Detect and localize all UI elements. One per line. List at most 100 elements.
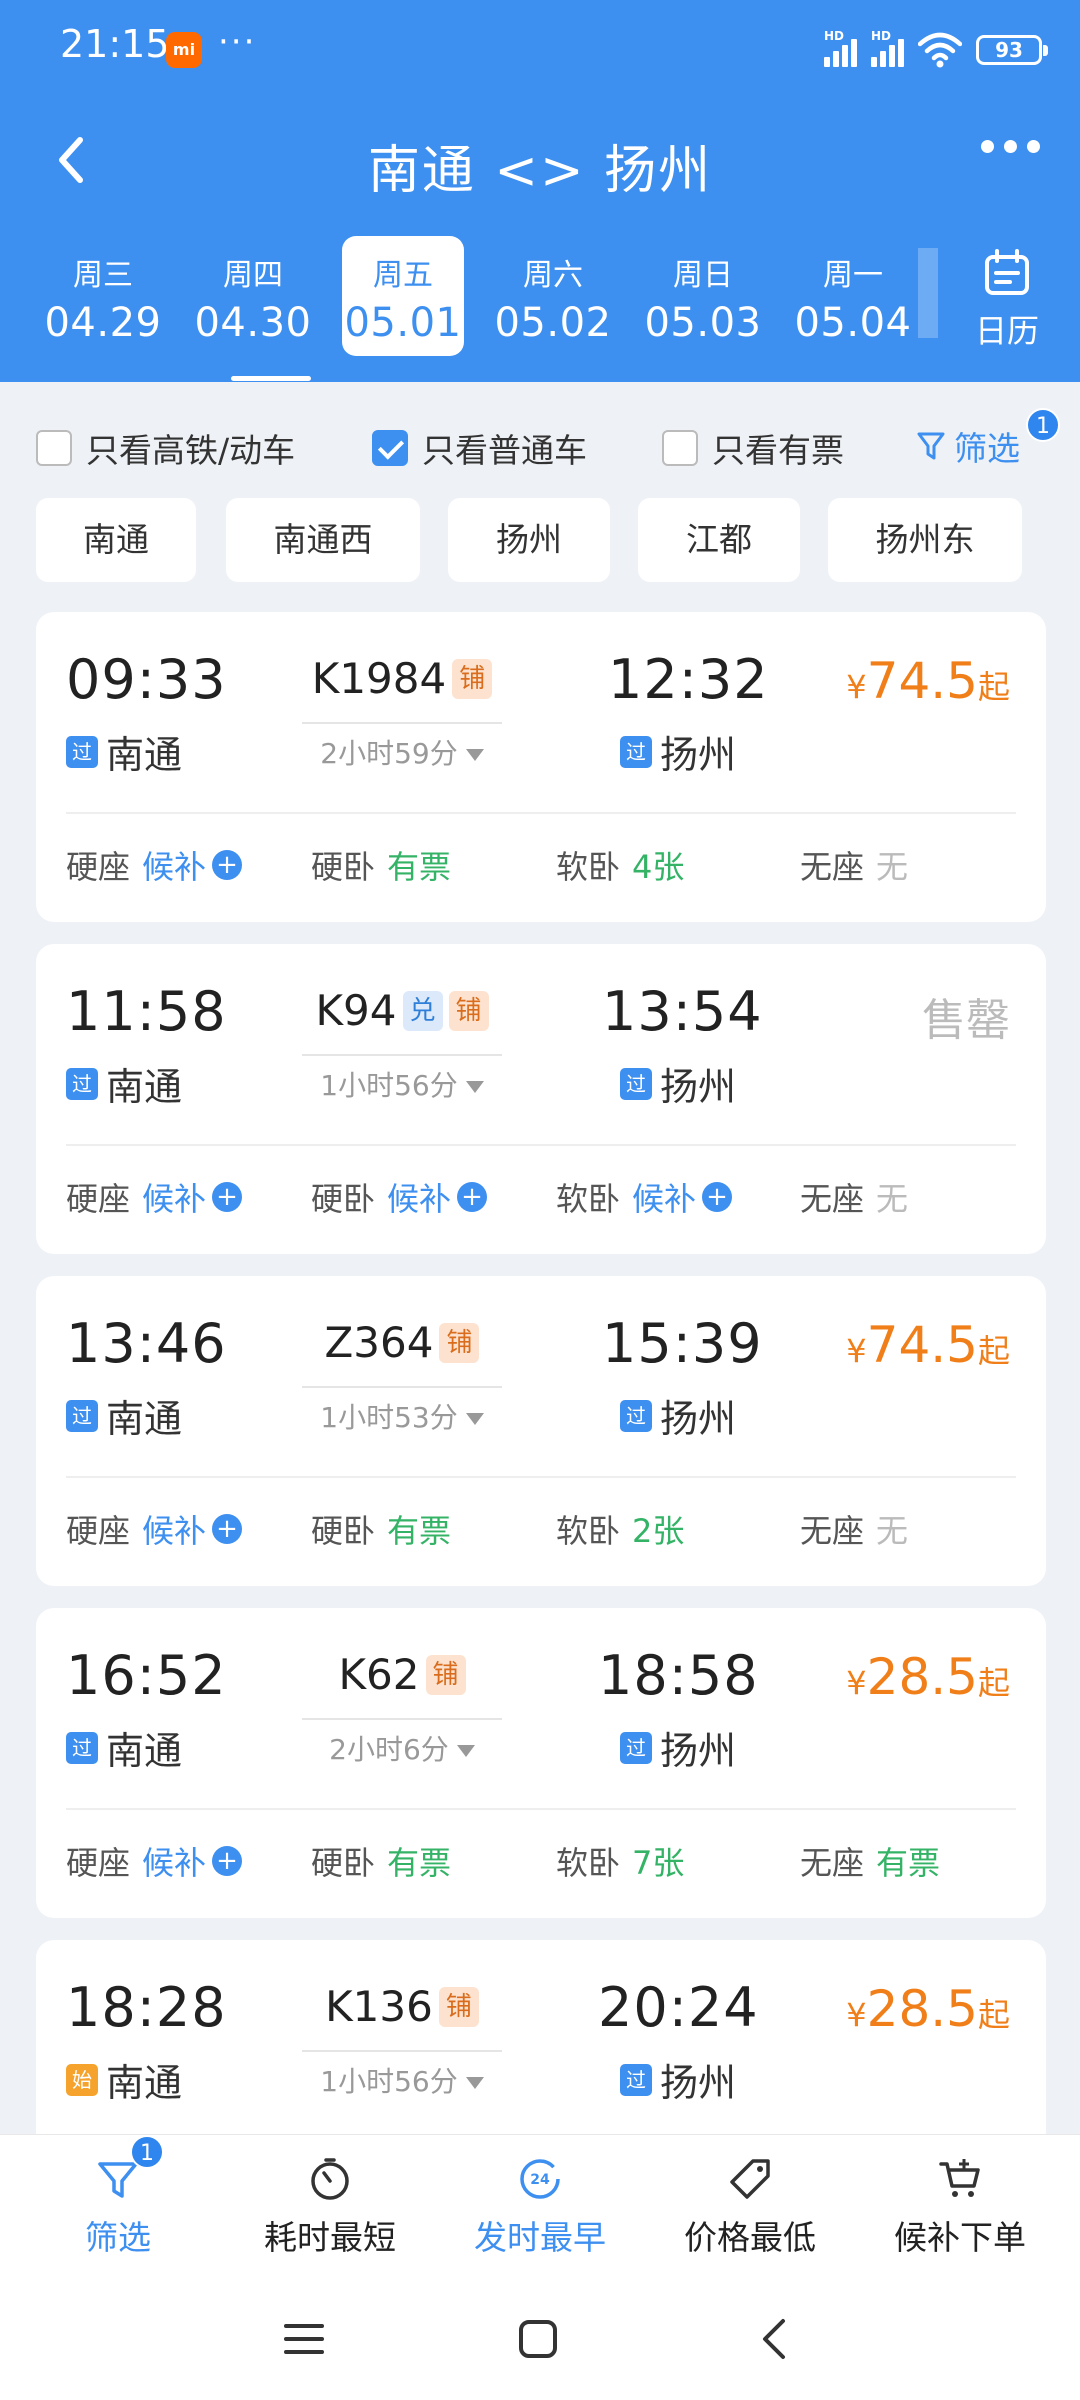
arrival-time: 18:58 [598,1644,759,1707]
date-item[interactable]: 周四 04.30 [192,236,314,356]
seat-soft-sleeper[interactable]: 软卧 候补 + [556,1174,733,1220]
arrival-time: 12:32 [608,648,769,711]
date-item[interactable]: 周六 05.02 [492,236,614,356]
seat-hard-sleeper[interactable]: 硬卧 有票 [311,1506,451,1552]
tab-filter[interactable]: 筛选 [18,2149,218,2259]
departure-time: 18:28 [66,1976,227,2039]
tab-waitlist-order[interactable]: 候补下单 [860,2149,1060,2259]
berth-badge: 铺 [448,990,489,1031]
seat-standing[interactable]: 无座无 [800,842,908,888]
tab-lowest-price[interactable]: 价格最低 [650,2149,850,2259]
seat-standing[interactable]: 无座无 [800,1506,908,1552]
pass-tag: 过 [620,1731,652,1764]
berth-badge: 铺 [439,1322,480,1363]
tab-earliest-departure[interactable]: 24 发时最早 [440,2149,640,2259]
seat-hard-sleeper[interactable]: 硬卧 候补 + [311,1174,488,1220]
price-tag-icon [720,2149,780,2209]
train-card[interactable]: 16:52 过 南通 K62 铺 2小时6分 18:58 过 扬州 ¥28.5起… [36,1608,1046,1918]
filter-count-badge: 1 [1026,408,1060,442]
battery-icon: 93 [976,35,1048,65]
route-title[interactable]: 南通 <> 扬州 [0,128,1080,203]
signal-icon: HD [824,29,857,67]
plus-icon[interactable]: + [212,1182,243,1212]
back-nav-icon[interactable] [744,2314,804,2364]
date-item[interactable]: 周日 05.03 [642,236,764,356]
train-card[interactable]: 13:46 过 南通 Z364 铺 1小时53分 15:39 过 扬州 ¥74.… [36,1276,1046,1586]
departure-time: 16:52 [66,1644,227,1707]
caret-down-icon [465,2077,484,2089]
normal-only-checkbox[interactable]: 只看普通车 [372,424,587,472]
arrival-station: 过 扬州 [620,724,736,779]
arrival-time: 20:24 [598,1976,759,2039]
stopwatch-icon [300,2149,360,2209]
pass-tag: 过 [620,1067,652,1100]
train-card[interactable]: 09:33 过 南通 K1984 铺 2小时59分 12:32 过 扬州 ¥74… [36,612,1046,922]
seat-hard-seat[interactable]: 硬座 候补 + [66,1174,243,1220]
duration-toggle[interactable]: 2小时6分 [302,1718,502,1768]
train-number: K62 铺 [302,1650,502,1699]
funnel-icon [917,432,945,460]
departure-time: 11:58 [66,980,227,1043]
nav-bar: 南通 <> 扬州 [0,110,1080,210]
date-item[interactable]: 周三 04.29 [42,236,164,356]
tab-shortest-duration[interactable]: 耗时最短 [230,2149,430,2259]
plus-icon[interactable]: + [212,850,243,880]
system-nav-bar [0,2274,1080,2400]
pass-tag: 过 [620,735,652,768]
plus-icon[interactable]: + [212,1846,243,1876]
station-chip[interactable]: 南通西 [226,498,420,582]
seat-hard-seat[interactable]: 硬座 候补 + [66,1838,243,1884]
seat-soft-sleeper[interactable]: 软卧 2张 [556,1506,684,1552]
seat-hard-seat[interactable]: 硬座 候补 + [66,842,243,888]
train-number: K136 铺 [302,1982,502,2031]
checkbox-checked-icon [372,430,408,466]
plus-icon[interactable]: + [702,1182,733,1212]
menu-icon[interactable] [274,2314,334,2364]
station-chip[interactable]: 南通 [36,498,196,582]
pass-tag: 过 [620,2063,652,2096]
caret-down-icon [465,749,484,761]
seat-hard-sleeper[interactable]: 硬卧 有票 [311,842,451,888]
arrival-station: 过 扬州 [620,1388,736,1443]
duration-toggle[interactable]: 1小时53分 [302,1386,502,1436]
plus-icon[interactable]: + [212,1514,243,1544]
departure-station: 始 南通 [66,2052,182,2107]
departure-station: 过 南通 [66,1056,182,1111]
station-chip[interactable]: 扬州东 [828,498,1022,582]
header: 21:15 mi ··· HD HD 93 南通 <> 扬州 周三 04.29 … [0,0,1080,382]
station-chip[interactable]: 江都 [638,498,800,582]
seat-soft-sleeper[interactable]: 软卧 4张 [556,842,684,888]
status-more-dots: ··· [218,22,257,62]
seat-standing[interactable]: 无座 有票 [800,1838,940,1884]
available-only-checkbox[interactable]: 只看有票 [662,424,844,472]
date-item-selected[interactable]: 周五 05.01 [342,236,464,356]
train-number: K94 兑 铺 [302,986,502,1035]
status-right: HD HD 93 [824,28,1048,72]
plus-icon[interactable]: + [457,1182,488,1212]
signal-icon-2: HD [871,29,904,67]
home-icon[interactable] [508,2314,568,2364]
date-item[interactable]: 周一 05.04 [792,236,914,356]
train-card[interactable]: 11:58 过 南通 K94 兑 铺 1小时56分 13:54 过 扬州 售罄 … [36,944,1046,1254]
station-chip[interactable]: 扬州 [448,498,610,582]
exchange-badge: 兑 [402,990,443,1031]
station-chips: 南通 南通西 扬州 江都 扬州东 [0,498,1080,584]
seat-hard-seat[interactable]: 硬座 候补 + [66,1506,243,1552]
duration-toggle[interactable]: 2小时59分 [302,722,502,772]
duration-toggle[interactable]: 1小时56分 [302,1054,502,1104]
more-options-button[interactable] [981,140,1040,153]
filter-button[interactable]: 筛选 [916,422,1020,470]
calendar-icon [985,249,1029,295]
divider [66,1808,1016,1810]
caret-down-icon [465,1413,484,1425]
price: ¥74.5起 [846,1316,1010,1374]
calendar-button[interactable]: 日历 [952,248,1062,358]
seat-soft-sleeper[interactable]: 软卧 7张 [556,1838,684,1884]
departure-station: 过 南通 [66,724,182,779]
seat-standing[interactable]: 无座无 [800,1174,908,1220]
duration-toggle[interactable]: 1小时56分 [302,2050,502,2100]
cart-icon [930,2149,990,2209]
hsr-only-checkbox[interactable]: 只看高铁/动车 [36,424,295,472]
seat-hard-sleeper[interactable]: 硬卧 有票 [311,1838,451,1884]
berth-badge: 铺 [425,1654,466,1695]
